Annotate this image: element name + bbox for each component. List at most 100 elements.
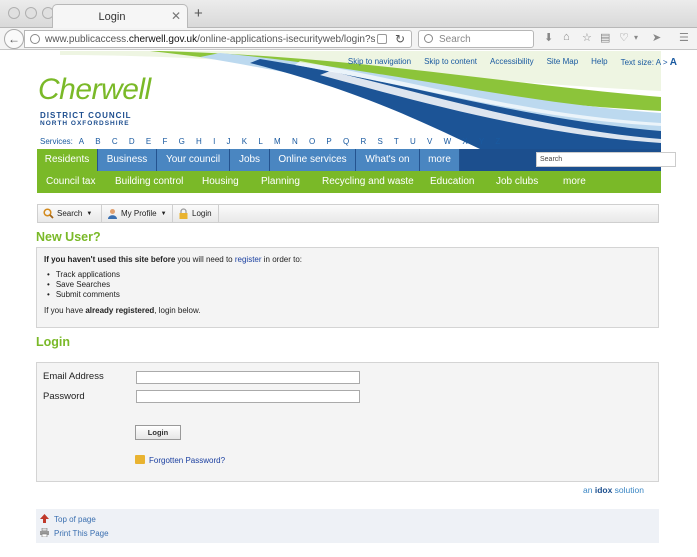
menu-icon[interactable]: ☰ bbox=[679, 31, 689, 44]
service-letter[interactable]: A bbox=[79, 137, 84, 146]
service-letter[interactable]: E bbox=[146, 137, 151, 146]
password-field[interactable] bbox=[136, 390, 360, 403]
browser-search-input[interactable]: Search bbox=[418, 30, 534, 48]
search-icon bbox=[424, 34, 433, 43]
forgotten-password-link[interactable]: Forgotten Password? bbox=[135, 455, 225, 465]
nav-jobs[interactable]: Jobs bbox=[230, 149, 270, 171]
text-size-control: Text size: A > A bbox=[621, 57, 677, 68]
service-letter[interactable]: T bbox=[394, 137, 399, 146]
clipboard-icon[interactable]: ▤ bbox=[600, 31, 610, 44]
service-letter[interactable]: H bbox=[196, 137, 202, 146]
service-letter[interactable]: W bbox=[444, 137, 452, 146]
padlock-icon bbox=[179, 208, 188, 219]
search-menu-button[interactable]: Search ▼ bbox=[38, 205, 102, 222]
service-letter[interactable]: Z bbox=[495, 137, 500, 146]
password-label: Password bbox=[43, 391, 85, 402]
print-page-link[interactable]: Print This Page bbox=[40, 528, 109, 538]
browser-search-placeholder: Search bbox=[439, 34, 471, 45]
subnav-education[interactable]: Education bbox=[430, 171, 474, 193]
service-letter[interactable]: O bbox=[309, 137, 315, 146]
accessibility-link[interactable]: Accessibility bbox=[490, 57, 534, 68]
service-letter[interactable]: D bbox=[129, 137, 135, 146]
register-link[interactable]: register bbox=[235, 255, 262, 264]
service-letter[interactable]: V bbox=[427, 137, 432, 146]
pocket-icon[interactable]: ♡ bbox=[619, 31, 629, 44]
list-item: Track applications bbox=[47, 270, 120, 280]
nav-your-council[interactable]: Your council bbox=[157, 149, 230, 171]
register-intro: If you haven't used this site before you… bbox=[44, 255, 303, 264]
user-icon bbox=[108, 209, 117, 219]
search-menu-label: Search bbox=[57, 209, 83, 218]
text-size-large-link[interactable]: A bbox=[670, 57, 677, 68]
top-links: Skip to navigation Skip to content Acces… bbox=[348, 57, 677, 68]
page-footer: Top of page Print This Page bbox=[36, 509, 659, 543]
home-icon[interactable]: ⌂ bbox=[563, 31, 570, 43]
skip-to-content-link[interactable]: Skip to content bbox=[424, 57, 477, 68]
service-letter[interactable]: M bbox=[274, 137, 281, 146]
subnav-recycling[interactable]: Recycling and waste bbox=[322, 171, 414, 193]
close-window-button[interactable] bbox=[8, 7, 20, 19]
service-letter[interactable]: F bbox=[162, 137, 167, 146]
subnav-job-clubs[interactable]: Job clubs bbox=[496, 171, 538, 193]
list-item: Submit comments bbox=[47, 290, 120, 300]
service-letter[interactable]: Y bbox=[479, 137, 484, 146]
download-icon[interactable]: ⬇ bbox=[544, 31, 553, 44]
top-of-page-link[interactable]: Top of page bbox=[40, 514, 96, 524]
subnav-housing[interactable]: Housing bbox=[202, 171, 239, 193]
browser-tab[interactable]: Login ✕ bbox=[52, 4, 188, 28]
login-heading: Login bbox=[36, 335, 71, 349]
site-search-go-button[interactable]: GO bbox=[645, 149, 656, 171]
service-letter[interactable]: X bbox=[462, 137, 467, 146]
my-profile-menu-button[interactable]: My Profile ▼ bbox=[102, 205, 173, 222]
nav-more[interactable]: more bbox=[420, 149, 460, 171]
chevron-down-icon[interactable]: ▾ bbox=[634, 33, 638, 42]
tab-close-icon[interactable]: ✕ bbox=[171, 9, 181, 23]
service-letter[interactable]: U bbox=[410, 137, 416, 146]
nav-online-services[interactable]: Online services bbox=[270, 149, 356, 171]
nav-business[interactable]: Business bbox=[98, 149, 157, 171]
service-letter[interactable]: G bbox=[179, 137, 185, 146]
service-letter[interactable]: S bbox=[377, 137, 382, 146]
list-item: Save Searches bbox=[47, 280, 120, 290]
action-bar: Search ▼ My Profile ▼ Login bbox=[37, 204, 659, 223]
subnav-more[interactable]: more bbox=[563, 171, 586, 193]
service-letter[interactable]: I bbox=[213, 137, 215, 146]
nav-whats-on[interactable]: What's on bbox=[356, 149, 420, 171]
login-button[interactable]: Login bbox=[135, 425, 181, 440]
service-letter[interactable]: L bbox=[258, 137, 262, 146]
url-bar[interactable]: www.publicaccess.cherwell.gov.uk/online-… bbox=[24, 30, 412, 48]
service-letter[interactable]: B bbox=[95, 137, 100, 146]
caret-down-icon: ▼ bbox=[86, 211, 93, 217]
subnav-council-tax[interactable]: Council tax bbox=[46, 171, 95, 193]
subnav-building-control[interactable]: Building control bbox=[115, 171, 183, 193]
magnifier-icon bbox=[43, 208, 54, 219]
minimize-window-button[interactable] bbox=[25, 7, 37, 19]
email-field[interactable] bbox=[136, 371, 360, 384]
site-map-link[interactable]: Site Map bbox=[547, 57, 579, 68]
service-letter[interactable]: P bbox=[326, 137, 331, 146]
service-letter[interactable]: C bbox=[112, 137, 118, 146]
cherwell-logo[interactable]: Cherwell bbox=[38, 73, 151, 107]
nav-residents[interactable]: Residents bbox=[37, 149, 98, 171]
reload-icon[interactable]: ↻ bbox=[395, 32, 405, 46]
service-letter[interactable]: J bbox=[227, 137, 231, 146]
reader-view-icon[interactable] bbox=[377, 34, 387, 44]
logo-subtitle-1: DISTRICT COUNCIL bbox=[40, 111, 132, 120]
subnav-planning[interactable]: Planning bbox=[261, 171, 300, 193]
send-icon[interactable]: ➤ bbox=[652, 31, 661, 44]
help-link[interactable]: Help bbox=[591, 57, 607, 68]
url-text: www.publicaccess.cherwell.gov.uk/online-… bbox=[45, 34, 375, 45]
back-button[interactable]: ← bbox=[4, 29, 24, 49]
service-letter[interactable]: N bbox=[292, 137, 298, 146]
globe-icon bbox=[30, 34, 40, 44]
service-letter[interactable]: Q bbox=[343, 137, 349, 146]
login-menu-button[interactable]: Login bbox=[173, 205, 219, 222]
new-tab-button[interactable]: + bbox=[194, 6, 203, 21]
services-az: Services: A B C D E F G H I J K L M N O … bbox=[40, 137, 509, 146]
login-panel: Email Address Password Login Forgotten P… bbox=[36, 362, 659, 482]
logo-subtitle-2: NORTH OXFORDSHIRE bbox=[40, 120, 130, 127]
service-letter[interactable]: K bbox=[242, 137, 247, 146]
service-letter[interactable]: R bbox=[360, 137, 366, 146]
skip-to-navigation-link[interactable]: Skip to navigation bbox=[348, 57, 411, 68]
star-icon[interactable]: ☆ bbox=[582, 31, 592, 44]
